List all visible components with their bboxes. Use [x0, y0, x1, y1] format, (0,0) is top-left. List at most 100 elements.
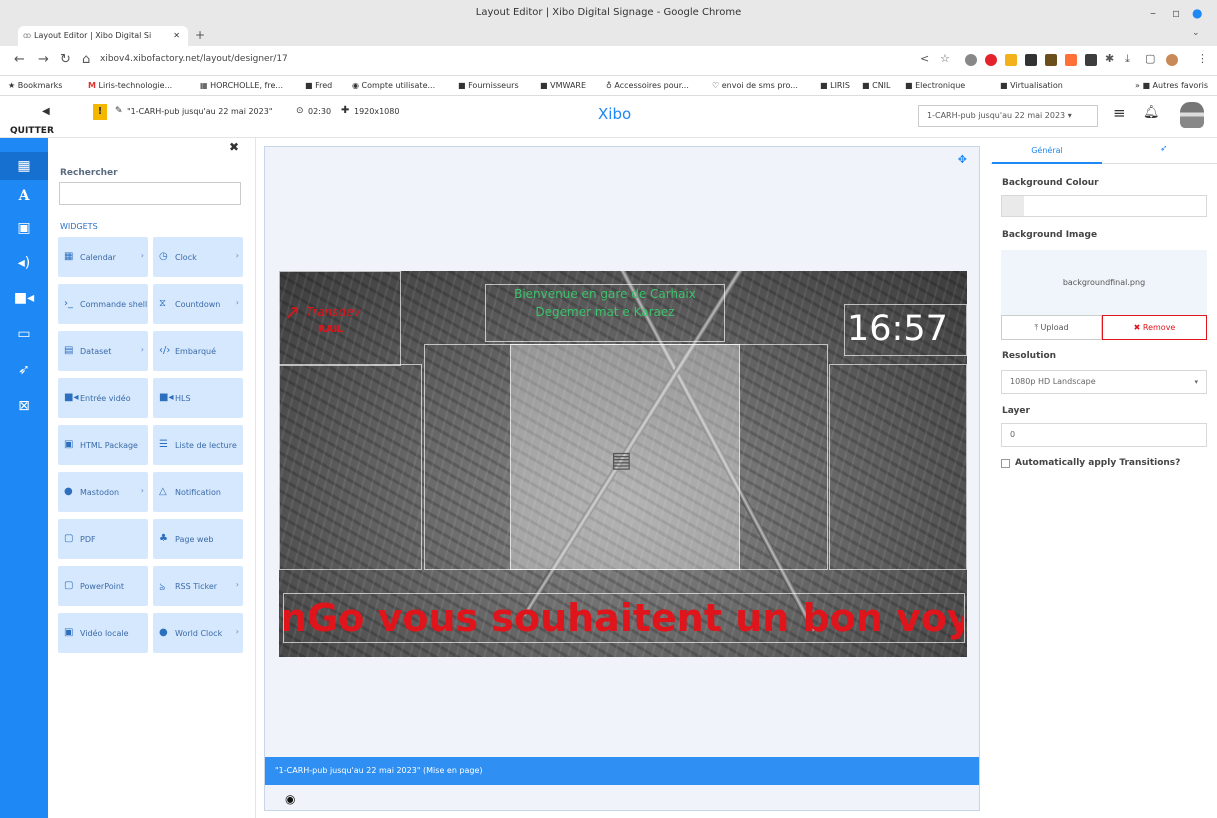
- widget-notification[interactable]: △ Notification: [153, 472, 243, 512]
- bookmark-item[interactable]: ★ Bookmarks: [8, 76, 62, 95]
- image-icon[interactable]: ▣: [0, 214, 48, 242]
- audio-icon[interactable]: ◂): [0, 249, 48, 277]
- notification-bell-icon[interactable]: 🔔︎: [1143, 105, 1160, 120]
- close-panel-icon[interactable]: ✖: [229, 140, 239, 154]
- widget-html-package[interactable]: ▣ HTML Package: [58, 425, 148, 465]
- region-clock[interactable]: 16:57: [844, 304, 967, 356]
- bookmark-item[interactable]: ■ CNIL: [862, 76, 891, 95]
- extensions-icon[interactable]: ✱: [1105, 52, 1114, 65]
- widget-liste-de-lecture[interactable]: ☰ Liste de lecture: [153, 425, 243, 465]
- extension-1-icon[interactable]: [965, 54, 977, 66]
- widget-calendar[interactable]: ▦ Calendar ›: [58, 237, 148, 277]
- side-panel-icon[interactable]: ▢: [1145, 52, 1155, 65]
- widget-clock[interactable]: ◷ Clock ›: [153, 237, 243, 277]
- download-icon[interactable]: ⤓: [1125, 52, 1130, 66]
- widget-pdf[interactable]: ▢ PDF: [58, 519, 148, 559]
- minimize-icon[interactable]: –: [1150, 0, 1156, 26]
- video-camera-icon[interactable]: ■◂: [0, 284, 48, 312]
- bookmark-item[interactable]: ■ Fournisseurs: [458, 76, 519, 95]
- tab-menu-icon[interactable]: ⌄: [1192, 28, 1200, 38]
- transitions-checkbox[interactable]: [1001, 459, 1010, 468]
- widget-powerpoint[interactable]: ▢ PowerPoint: [58, 566, 148, 606]
- tab-actions-icon[interactable]: ➶: [1160, 144, 1168, 154]
- tab-general[interactable]: Général: [992, 140, 1102, 164]
- widget-page-web[interactable]: ♣ Page web: [153, 519, 243, 559]
- play-preview-icon[interactable]: ◉: [285, 792, 295, 806]
- bookmark-item[interactable]: ■ Virtualisation: [1000, 76, 1063, 95]
- layout-select[interactable]: 1-CARH-pub jusqu'au 22 mai 2023 ▾: [918, 105, 1098, 127]
- region-right[interactable]: [829, 364, 967, 570]
- background-image-file: backgroundfinal.png: [1062, 278, 1146, 287]
- bookmark-item[interactable]: ■ LIRIS: [820, 76, 850, 95]
- region-left[interactable]: [279, 364, 422, 570]
- widget-rss-ticker[interactable]: ৯ RSS Ticker ›: [153, 566, 243, 606]
- resolution-select[interactable]: 1080p HD Landscape ▾: [1001, 370, 1207, 394]
- upload-button[interactable]: ⤒ Upload: [1001, 315, 1102, 340]
- user-avatar[interactable]: [1180, 102, 1204, 128]
- close-window-icon[interactable]: ●: [1192, 0, 1202, 26]
- close-tab-icon[interactable]: ✕: [173, 26, 180, 46]
- move-icon[interactable]: ✥: [958, 153, 967, 166]
- browser-tab[interactable]: ꝏ Layout Editor | Xibo Digital Si ✕: [18, 26, 188, 46]
- widgets-section-title: WIDGETS: [60, 222, 98, 231]
- video-file-icon: ▤: [611, 448, 632, 473]
- back-icon[interactable]: ←: [14, 52, 25, 67]
- share-icon[interactable]: <: [920, 52, 929, 65]
- region-video[interactable]: ▤: [510, 344, 740, 570]
- widget-label: HLS: [175, 393, 191, 403]
- playlist-icon[interactable]: ⊠: [0, 392, 48, 420]
- widget-embarqu-[interactable]: ‹/› Embarqué: [153, 331, 243, 371]
- bookmark-item[interactable]: ♁ Accessoires pour...: [606, 76, 689, 95]
- widget-mastodon[interactable]: ● Mastodon ›: [58, 472, 148, 512]
- layer-input[interactable]: 0: [1001, 423, 1207, 447]
- profile-avatar[interactable]: [1166, 54, 1178, 66]
- new-tab-icon[interactable]: +: [195, 28, 205, 42]
- widget-label: Notification: [175, 487, 221, 497]
- url-field[interactable]: xibov4.xibofactory.net/layout/designer/1…: [100, 54, 288, 64]
- background-colour-input[interactable]: [1001, 195, 1207, 217]
- extension-2-icon[interactable]: [1005, 54, 1017, 66]
- widget-vid-o-locale[interactable]: ▣ Vidéo locale: [58, 613, 148, 653]
- archive-icon[interactable]: ▭: [0, 320, 48, 348]
- bookmark-item[interactable]: » ■ Autres favoris: [1135, 76, 1208, 95]
- extension-opera-icon[interactable]: [985, 54, 997, 66]
- bookmark-item[interactable]: ■ Fred: [305, 76, 332, 95]
- extension-3-icon[interactable]: [1025, 54, 1037, 66]
- forward-icon[interactable]: →: [38, 52, 49, 67]
- chrome-menu-icon[interactable]: ⋮: [1197, 52, 1208, 65]
- bookmark-item[interactable]: M Liris-technologie...: [88, 76, 172, 95]
- extension-6-icon[interactable]: [1085, 54, 1097, 66]
- back-arrow-icon[interactable]: ◀: [42, 106, 50, 117]
- reload-icon[interactable]: ↻: [60, 52, 71, 67]
- timeline-bar[interactable]: "1-CARH-pub jusqu'au 22 mai 2023" (Mise …: [265, 757, 979, 785]
- extension-4-icon[interactable]: [1045, 54, 1057, 66]
- home-icon[interactable]: ⌂: [82, 52, 90, 67]
- bookmark-item[interactable]: ■ Electronique: [905, 76, 965, 95]
- widget-entr-e-vid-o[interactable]: ■◂ Entrée vidéo: [58, 378, 148, 418]
- bookmark-item[interactable]: ■ VMWARE: [540, 76, 586, 95]
- video-icon: ■◂: [159, 392, 174, 403]
- widget-commande-shell[interactable]: ›_ Commande shell: [58, 284, 148, 324]
- region-logo[interactable]: ↗ Transdev RAIL: [279, 271, 401, 366]
- widget-label: Commande shell: [80, 299, 148, 309]
- widget-countdown[interactable]: ⧖ Countdown ›: [153, 284, 243, 324]
- hamburger-menu-icon[interactable]: ≡: [1113, 104, 1126, 122]
- widgets-icon[interactable]: ▦: [0, 152, 48, 180]
- maximize-icon[interactable]: ▫: [1172, 0, 1180, 26]
- bookmark-item[interactable]: ▦ HORCHOLLE, fre...: [200, 76, 283, 95]
- quit-button[interactable]: QUITTER: [10, 126, 54, 134]
- warning-badge[interactable]: !: [93, 104, 107, 120]
- widget-dataset[interactable]: ▤ Dataset ›: [58, 331, 148, 371]
- extension-5-icon[interactable]: [1065, 54, 1077, 66]
- widget-hls[interactable]: ■◂ HLS: [153, 378, 243, 418]
- widget-world-clock[interactable]: ● World Clock ›: [153, 613, 243, 653]
- remove-button[interactable]: ✖ Remove: [1102, 315, 1207, 340]
- bookmark-item[interactable]: ♡ envoi de sms pro...: [712, 76, 798, 95]
- bookmark-item[interactable]: ◉ Compte utilisate...: [352, 76, 435, 95]
- bookmark-star-icon[interactable]: ☆: [940, 52, 950, 65]
- region-ticker[interactable]: nGo vous souhaitent un bon voy: [283, 593, 965, 643]
- send-icon[interactable]: ➶: [0, 356, 48, 384]
- text-icon[interactable]: A: [0, 182, 48, 210]
- search-input[interactable]: [59, 182, 241, 205]
- region-welcome[interactable]: Bienvenue en gare de Carhaix Degemer mat…: [485, 284, 725, 342]
